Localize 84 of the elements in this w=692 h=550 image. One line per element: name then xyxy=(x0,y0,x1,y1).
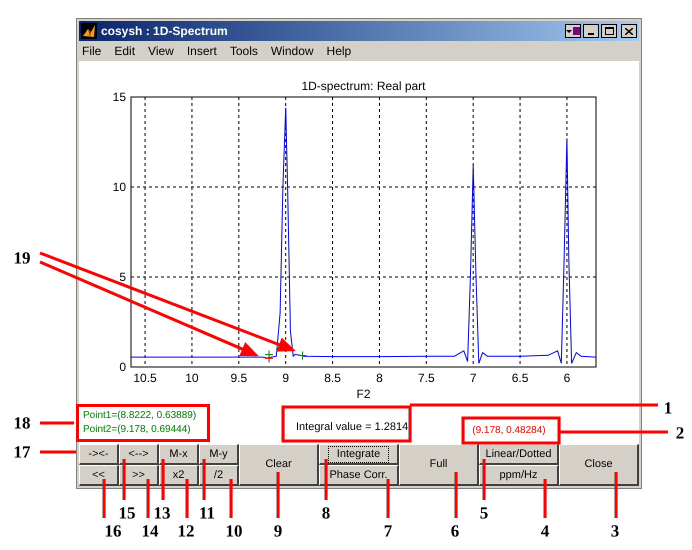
callout-number: 11 xyxy=(198,504,216,522)
leader-line xyxy=(482,459,486,500)
leader-line xyxy=(386,479,390,518)
leader-line xyxy=(146,479,150,518)
callout-number: 2 xyxy=(676,424,684,442)
integral-readout: Integral value = 1.2814 xyxy=(296,420,408,434)
callout-number: 15 xyxy=(118,504,136,522)
toolbar-button[interactable]: <--> xyxy=(119,444,159,465)
callout-number: 14 xyxy=(142,522,158,540)
y-tick-label: 0 xyxy=(119,360,126,374)
menu-item[interactable]: Help xyxy=(326,42,352,60)
plus-marker xyxy=(298,350,308,360)
toolbar-button[interactable]: /2 xyxy=(199,465,239,486)
toolbar-button[interactable]: M-x xyxy=(159,444,199,465)
x-tick-label: 10 xyxy=(185,371,199,385)
toolbar-button[interactable]: Full xyxy=(399,444,479,486)
menu-item[interactable]: View xyxy=(148,42,174,60)
dock-menu-icon[interactable] xyxy=(565,24,581,38)
menu-item[interactable]: Insert xyxy=(186,42,217,60)
leader-line xyxy=(122,459,126,500)
menu-item[interactable]: Window xyxy=(270,42,314,60)
callout-number: 8 xyxy=(322,504,330,522)
callout-number: 1 xyxy=(664,400,672,416)
toolbar-button[interactable]: M-y xyxy=(199,444,239,465)
callout-number: 16 xyxy=(104,522,122,540)
toolbar-button[interactable]: Clear xyxy=(239,444,319,486)
leader-line xyxy=(40,422,74,424)
callout-number: 5 xyxy=(480,504,488,522)
toolbar-button[interactable]: ppm/Hz xyxy=(479,465,559,486)
leader-line xyxy=(40,450,76,454)
callout-number: 19 xyxy=(14,250,30,266)
close-icon[interactable] xyxy=(621,24,637,38)
toolbar-button[interactable]: x2 xyxy=(159,465,199,486)
leader-line xyxy=(102,479,106,518)
x-tick-label: 6.5 xyxy=(512,371,528,385)
leader-line xyxy=(202,459,206,500)
x-tick-label: 10.5 xyxy=(133,371,157,385)
leader-line xyxy=(614,472,618,518)
window-title: cosysh : 1D-Spectrum xyxy=(101,23,228,40)
maximize-icon[interactable] xyxy=(601,24,617,38)
chart-title: 1D-spectrum: Real part xyxy=(301,81,426,93)
x-tick-label: 9 xyxy=(282,371,290,385)
toolbar-button[interactable]: << xyxy=(79,465,119,486)
y-tick-label: 5 xyxy=(119,270,126,284)
callout-number: 6 xyxy=(450,522,460,540)
toolbar-button[interactable]: Integrate xyxy=(319,444,399,465)
callout-number: 13 xyxy=(154,504,170,522)
toolbar-button[interactable]: Linear/Dotted xyxy=(479,444,559,465)
menu-item[interactable]: Tools xyxy=(230,42,258,60)
callout-number: 4 xyxy=(540,522,550,540)
callout-number: 10 xyxy=(226,522,242,540)
toolbar-button[interactable]: >> xyxy=(119,465,159,486)
x-tick-label: 6 xyxy=(564,371,570,385)
x-tick-label: 7 xyxy=(470,371,477,385)
leader-line xyxy=(230,479,232,518)
minimize-icon[interactable] xyxy=(583,24,599,38)
plus-marker xyxy=(264,350,274,360)
leader-line xyxy=(454,472,458,518)
toolbar-button[interactable]: Phase Corr. xyxy=(319,465,399,486)
app-logo-icon xyxy=(81,23,97,39)
callout-number: 7 xyxy=(384,522,392,540)
points-readout: Point1=(8.8222, 0.63889) Point2=(9.178, 0.69444) xyxy=(76,404,210,442)
toolbar-button[interactable]: -><- xyxy=(79,444,119,465)
x-tick-label: 9.5 xyxy=(230,371,248,385)
callout-number: 12 xyxy=(178,522,194,540)
menu-item[interactable]: File xyxy=(82,42,102,60)
y-tick-label: 10 xyxy=(112,180,126,194)
callout-number: 3 xyxy=(610,522,620,540)
x-tick-label: 7.5 xyxy=(418,371,435,385)
menu-item[interactable]: Edit xyxy=(114,42,136,60)
callout-number: 17 xyxy=(14,444,30,460)
leader-line xyxy=(186,479,188,518)
leader-line xyxy=(544,479,546,518)
callout-number: 9 xyxy=(274,522,282,540)
leader-line xyxy=(162,459,164,500)
leader-line xyxy=(276,472,280,518)
leader-line xyxy=(324,459,328,500)
callout-number: 18 xyxy=(14,414,30,432)
x-tick-label: 8 xyxy=(376,371,383,385)
x-axis-label: F2 xyxy=(356,387,370,401)
x-tick-label: 8.5 xyxy=(324,371,341,385)
y-tick-label: 15 xyxy=(112,90,126,104)
cursor-readout: (9.178, 0.48284) xyxy=(472,424,546,438)
toolbar-button[interactable]: Close xyxy=(559,444,639,486)
